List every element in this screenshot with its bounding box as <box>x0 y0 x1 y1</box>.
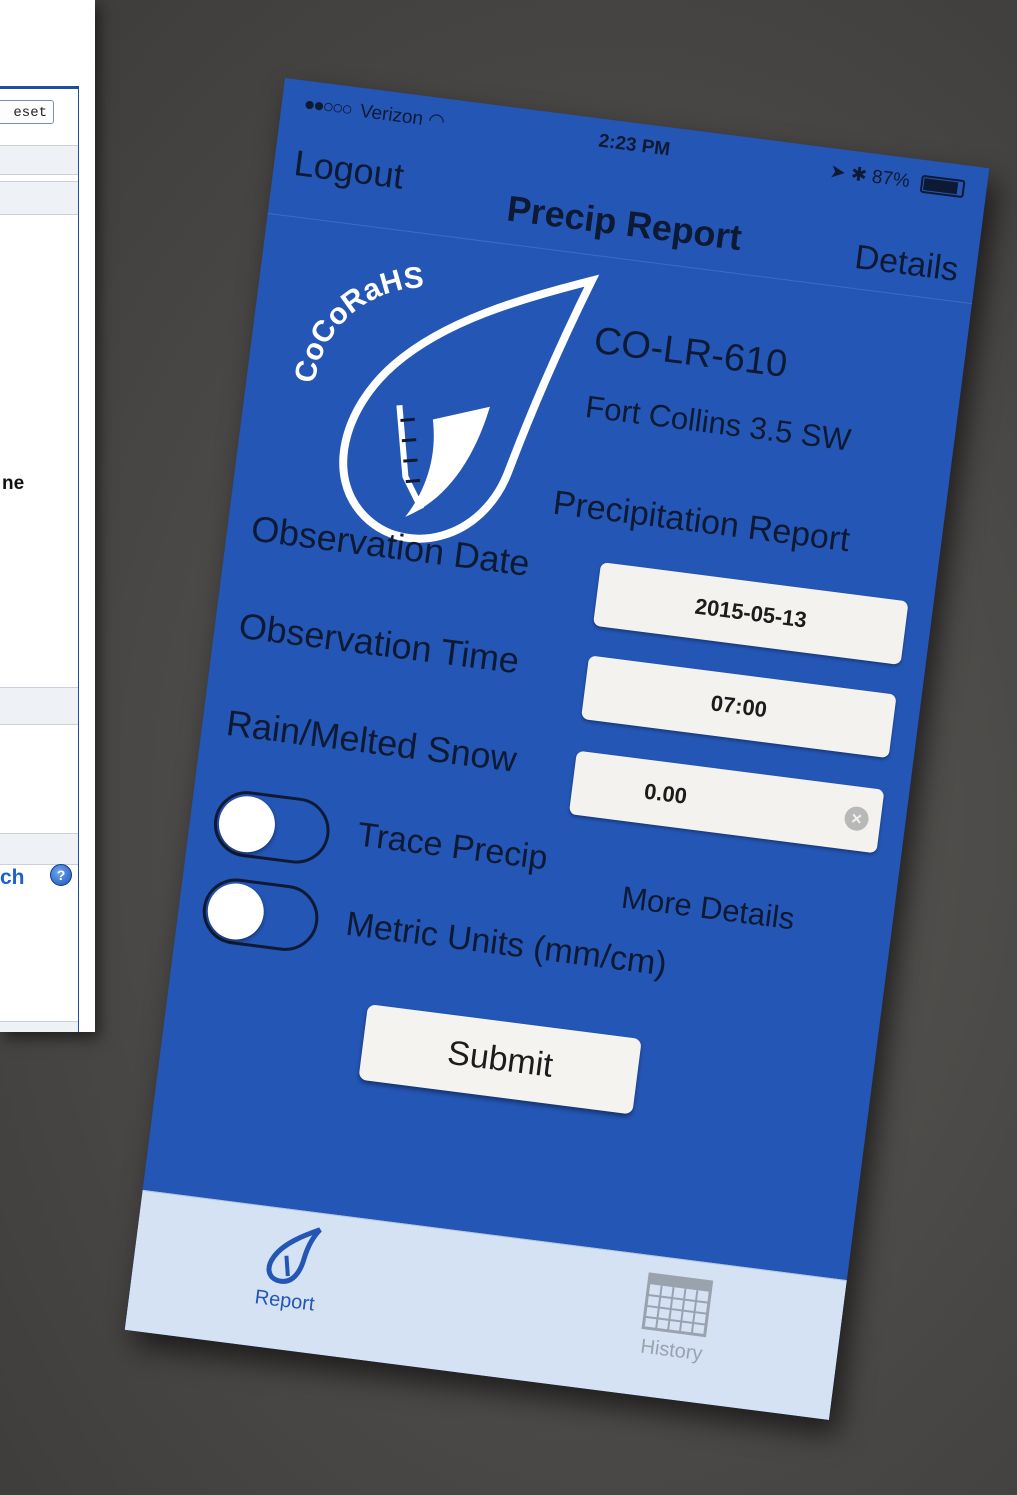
metric-units-toggle[interactable] <box>198 874 323 955</box>
cocorahs-drop-icon <box>266 1227 322 1284</box>
battery-icon <box>919 174 966 199</box>
web-bold-text: ne <box>2 473 25 494</box>
observation-date-field[interactable]: 2015-05-13 <box>592 562 909 665</box>
battery-percent: 87% <box>870 166 911 193</box>
tab-history-label: History <box>639 1335 704 1366</box>
rain-melted-snow-field[interactable]: 0.00 × <box>568 750 885 854</box>
submit-button[interactable]: Submit <box>358 1004 642 1115</box>
rain-melted-snow-label: Rain/Melted Snow <box>224 701 520 780</box>
report-title: Precipitation Report <box>550 483 852 560</box>
web-row <box>0 833 78 865</box>
trace-precip-label: Trace Precip <box>355 815 550 878</box>
metric-units-label: Metric Units (mm/cm) <box>343 904 669 984</box>
location-icon: ➤ <box>828 161 848 184</box>
toggle-knob <box>204 880 268 943</box>
web-row <box>0 1021 78 1032</box>
station-name: Fort Collins 3.5 SW <box>583 389 853 458</box>
tab-history[interactable]: History <box>596 1263 756 1372</box>
web-row <box>0 145 78 175</box>
phone-screen: ●●○○○ Verizon ◠ 2:23 PM ➤ ✱ 87% Logout P… <box>124 78 990 1420</box>
web-row <box>0 181 78 215</box>
web-form-panel: ne <box>0 86 79 1032</box>
bluetooth-icon: ✱ <box>849 163 869 187</box>
toggle-knob <box>215 792 279 856</box>
web-row <box>0 687 78 725</box>
tab-report-label: Report <box>253 1286 316 1316</box>
trace-precip-toggle[interactable] <box>210 787 334 868</box>
tab-report[interactable]: Report <box>209 1213 369 1322</box>
tab-bar: Report History <box>124 1189 847 1420</box>
question-circle-icon[interactable]: ? <box>50 864 72 886</box>
more-details-link[interactable]: More Details <box>619 880 797 938</box>
observation-time-field[interactable]: 07:00 <box>581 655 897 759</box>
background-web-page: ne eset ch ? <box>0 0 95 1032</box>
calendar-icon <box>641 1272 714 1338</box>
observation-time-label: Observation Time <box>236 604 522 682</box>
reset-button[interactable]: eset <box>0 100 54 124</box>
web-link[interactable]: ch <box>0 866 25 890</box>
rain-value: 0.00 <box>642 778 689 809</box>
station-id: CO-LR-610 <box>591 319 790 386</box>
clear-icon[interactable]: × <box>843 805 871 833</box>
